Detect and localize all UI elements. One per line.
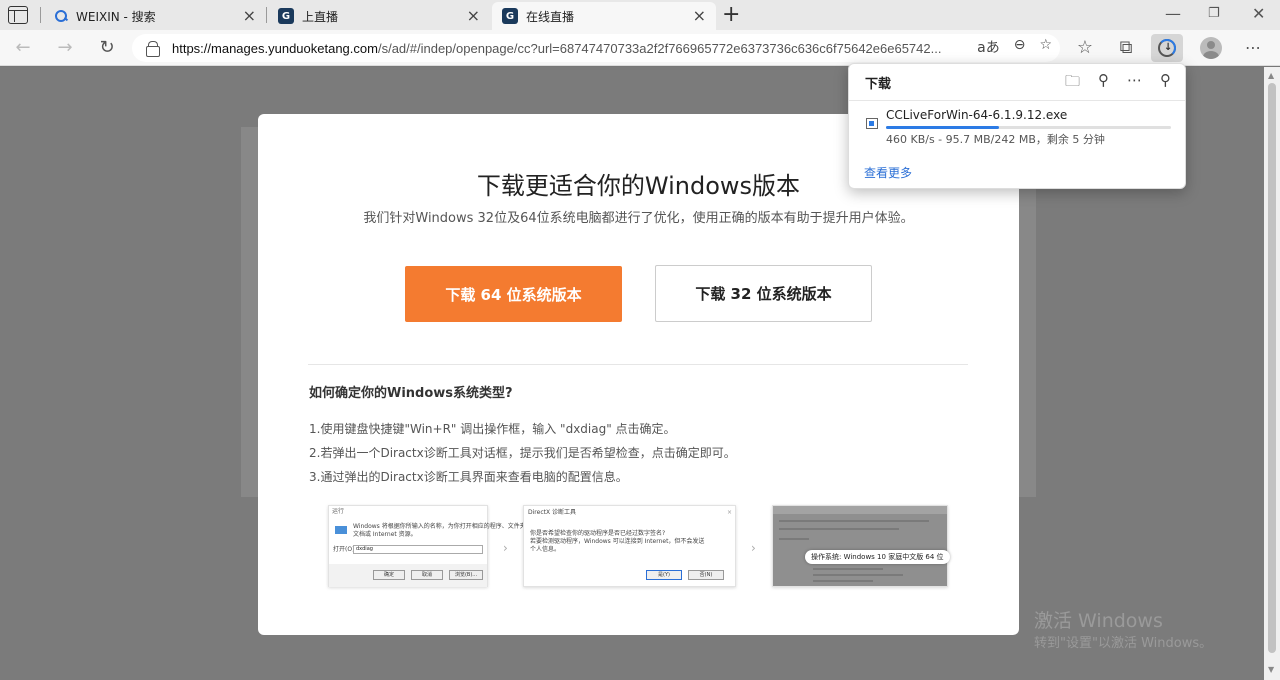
run-app-icon <box>335 526 347 534</box>
help-step: 1.使用键盘快捷键"Win+R" 调出操作框，输入 "dxdiag" 点击确定。 <box>309 422 676 436</box>
zoom-out-icon[interactable]: ⊖ <box>1014 37 1026 57</box>
favorites-icon[interactable]: ☆ <box>1074 37 1096 59</box>
folder-icon[interactable]: 🗀 <box>1065 71 1080 96</box>
help-step: 3.通过弹出的Diractx诊断工具界面来查看电脑的配置信息。 <box>309 470 628 484</box>
tab-actions-icon[interactable] <box>8 6 28 24</box>
download-64bit-button[interactable]: 下载 64 位系统版本 <box>405 266 622 322</box>
activation-watermark-title: 激活 Windows <box>1034 610 1163 632</box>
downloads-button[interactable]: ↓ <box>1151 34 1183 62</box>
modal-subtitle: 我们针对Windows 32位及64位系统电脑都进行了优化，使用正确的版本有助于… <box>363 211 914 226</box>
help-steps: 1.使用键盘快捷键"Win+R" 调出操作框，输入 "dxdiag" 点击确定。… <box>309 417 736 489</box>
tab-live[interactable]: G 上直播 × <box>268 2 490 30</box>
more-icon[interactable]: ⋯ <box>1127 71 1142 96</box>
download-progress-fill <box>886 126 999 129</box>
close-icon[interactable]: × <box>243 8 256 24</box>
chevron-right-icon: › <box>503 541 508 555</box>
collections-icon[interactable]: ⧉ <box>1115 37 1137 59</box>
minimize-icon[interactable]: — <box>1165 4 1181 24</box>
back-arrow-icon[interactable]: ← <box>12 37 34 59</box>
scrollbar[interactable]: ▲ ▼ <box>1264 67 1280 680</box>
help-step: 2.若弹出一个Diractx诊断工具对话框，提示我们是否希望检查，点击确定即可。 <box>309 446 736 460</box>
tab-weixin-search[interactable]: WEIXIN - 搜索 × <box>44 2 266 30</box>
scroll-thumb[interactable] <box>1268 83 1276 653</box>
close-icon[interactable]: × <box>467 8 480 24</box>
os-info-badge: 操作系统: Windows 10 家庭中文版 64 位 <box>805 550 950 564</box>
tab-title: WEIXIN - 搜索 <box>76 9 156 24</box>
instruction-thumbnails: 运行 Windows 将根据你所输入的名称，为你打开相应的程序、文件夹、 文档或… <box>328 505 950 589</box>
more-options-icon[interactable]: ⋯ <box>1242 37 1264 59</box>
download-32bit-button[interactable]: 下载 32 位系统版本 <box>655 265 872 322</box>
pin-icon[interactable]: ⚲ <box>1160 71 1171 96</box>
tab-title: 在线直播 <box>526 9 575 24</box>
divider <box>308 364 968 365</box>
system-info-thumbnail: 操作系统: Windows 10 家庭中文版 64 位 <box>772 505 950 587</box>
new-tab-icon[interactable]: + <box>722 2 740 28</box>
close-icon[interactable]: × <box>693 8 706 24</box>
download-progress-bar <box>886 126 1171 129</box>
download-status: 460 KB/s - 95.7 MB/242 MB，剩余 5 分钟 <box>886 133 1105 146</box>
downloads-title: 下载 <box>865 77 892 92</box>
tab-online-live[interactable]: G 在线直播 × <box>492 2 716 30</box>
restore-icon[interactable]: ❐ <box>1208 4 1220 24</box>
see-more-link[interactable]: 查看更多 <box>864 164 912 181</box>
scroll-up-icon[interactable]: ▲ <box>1268 71 1274 80</box>
search-icon <box>54 9 68 23</box>
scroll-down-icon[interactable]: ▼ <box>1268 665 1274 674</box>
run-dialog-thumbnail: 运行 Windows 将根据你所输入的名称，为你打开相应的程序、文件夹、 文档或… <box>328 505 532 587</box>
close-window-icon[interactable]: ✕ <box>1252 4 1265 24</box>
forward-arrow-icon[interactable]: → <box>54 37 76 59</box>
tab-separator <box>40 7 41 23</box>
download-filename[interactable]: CCLiveForWin-64-6.1.9.12.exe <box>886 108 1067 122</box>
search-icon[interactable]: ⚲ <box>1098 71 1109 96</box>
exe-file-icon <box>866 118 878 129</box>
directx-dialog-thumbnail: DirectX 诊断工具 × 你是否希望检查你的驱动程序是否已经过数字签名? 若… <box>523 505 736 587</box>
live-logo-icon: G <box>278 8 294 24</box>
address-bar[interactable]: https://manages.yunduoketang.com/s/ad/#/… <box>132 34 1060 62</box>
lock-icon[interactable] <box>146 41 160 57</box>
url-text[interactable]: https://manages.yunduoketang.com/s/ad/#/… <box>172 41 952 56</box>
browser-toolbar: ← → ↻ https://manages.yunduoketang.com/s… <box>0 30 1280 66</box>
help-title: 如何确定你的Windows系统类型? <box>309 386 513 401</box>
live-logo-icon: G <box>502 8 518 24</box>
profile-avatar[interactable] <box>1200 37 1222 59</box>
downloads-flyout: 下载 🗀 ⚲ ⋯ ⚲ CCLiveForWin-64-6.1.9.12.exe … <box>848 63 1186 189</box>
download-version-modal: 下载更适合你的Windows版本 我们针对Windows 32位及64位系统电脑… <box>258 114 1019 635</box>
tab-separator <box>266 7 267 23</box>
add-favorite-icon[interactable]: ☆ <box>1039 37 1052 57</box>
refresh-icon[interactable]: ↻ <box>96 37 118 59</box>
read-aloud-icon[interactable]: aあ <box>977 37 1000 57</box>
tab-strip: WEIXIN - 搜索 × G 上直播 × G 在线直播 × + — ❐ ✕ <box>0 0 1280 30</box>
chevron-right-icon: › <box>751 541 756 555</box>
activation-watermark-text: 转到"设置"以激活 Windows。 <box>1034 636 1213 651</box>
tab-title: 上直播 <box>302 9 339 24</box>
